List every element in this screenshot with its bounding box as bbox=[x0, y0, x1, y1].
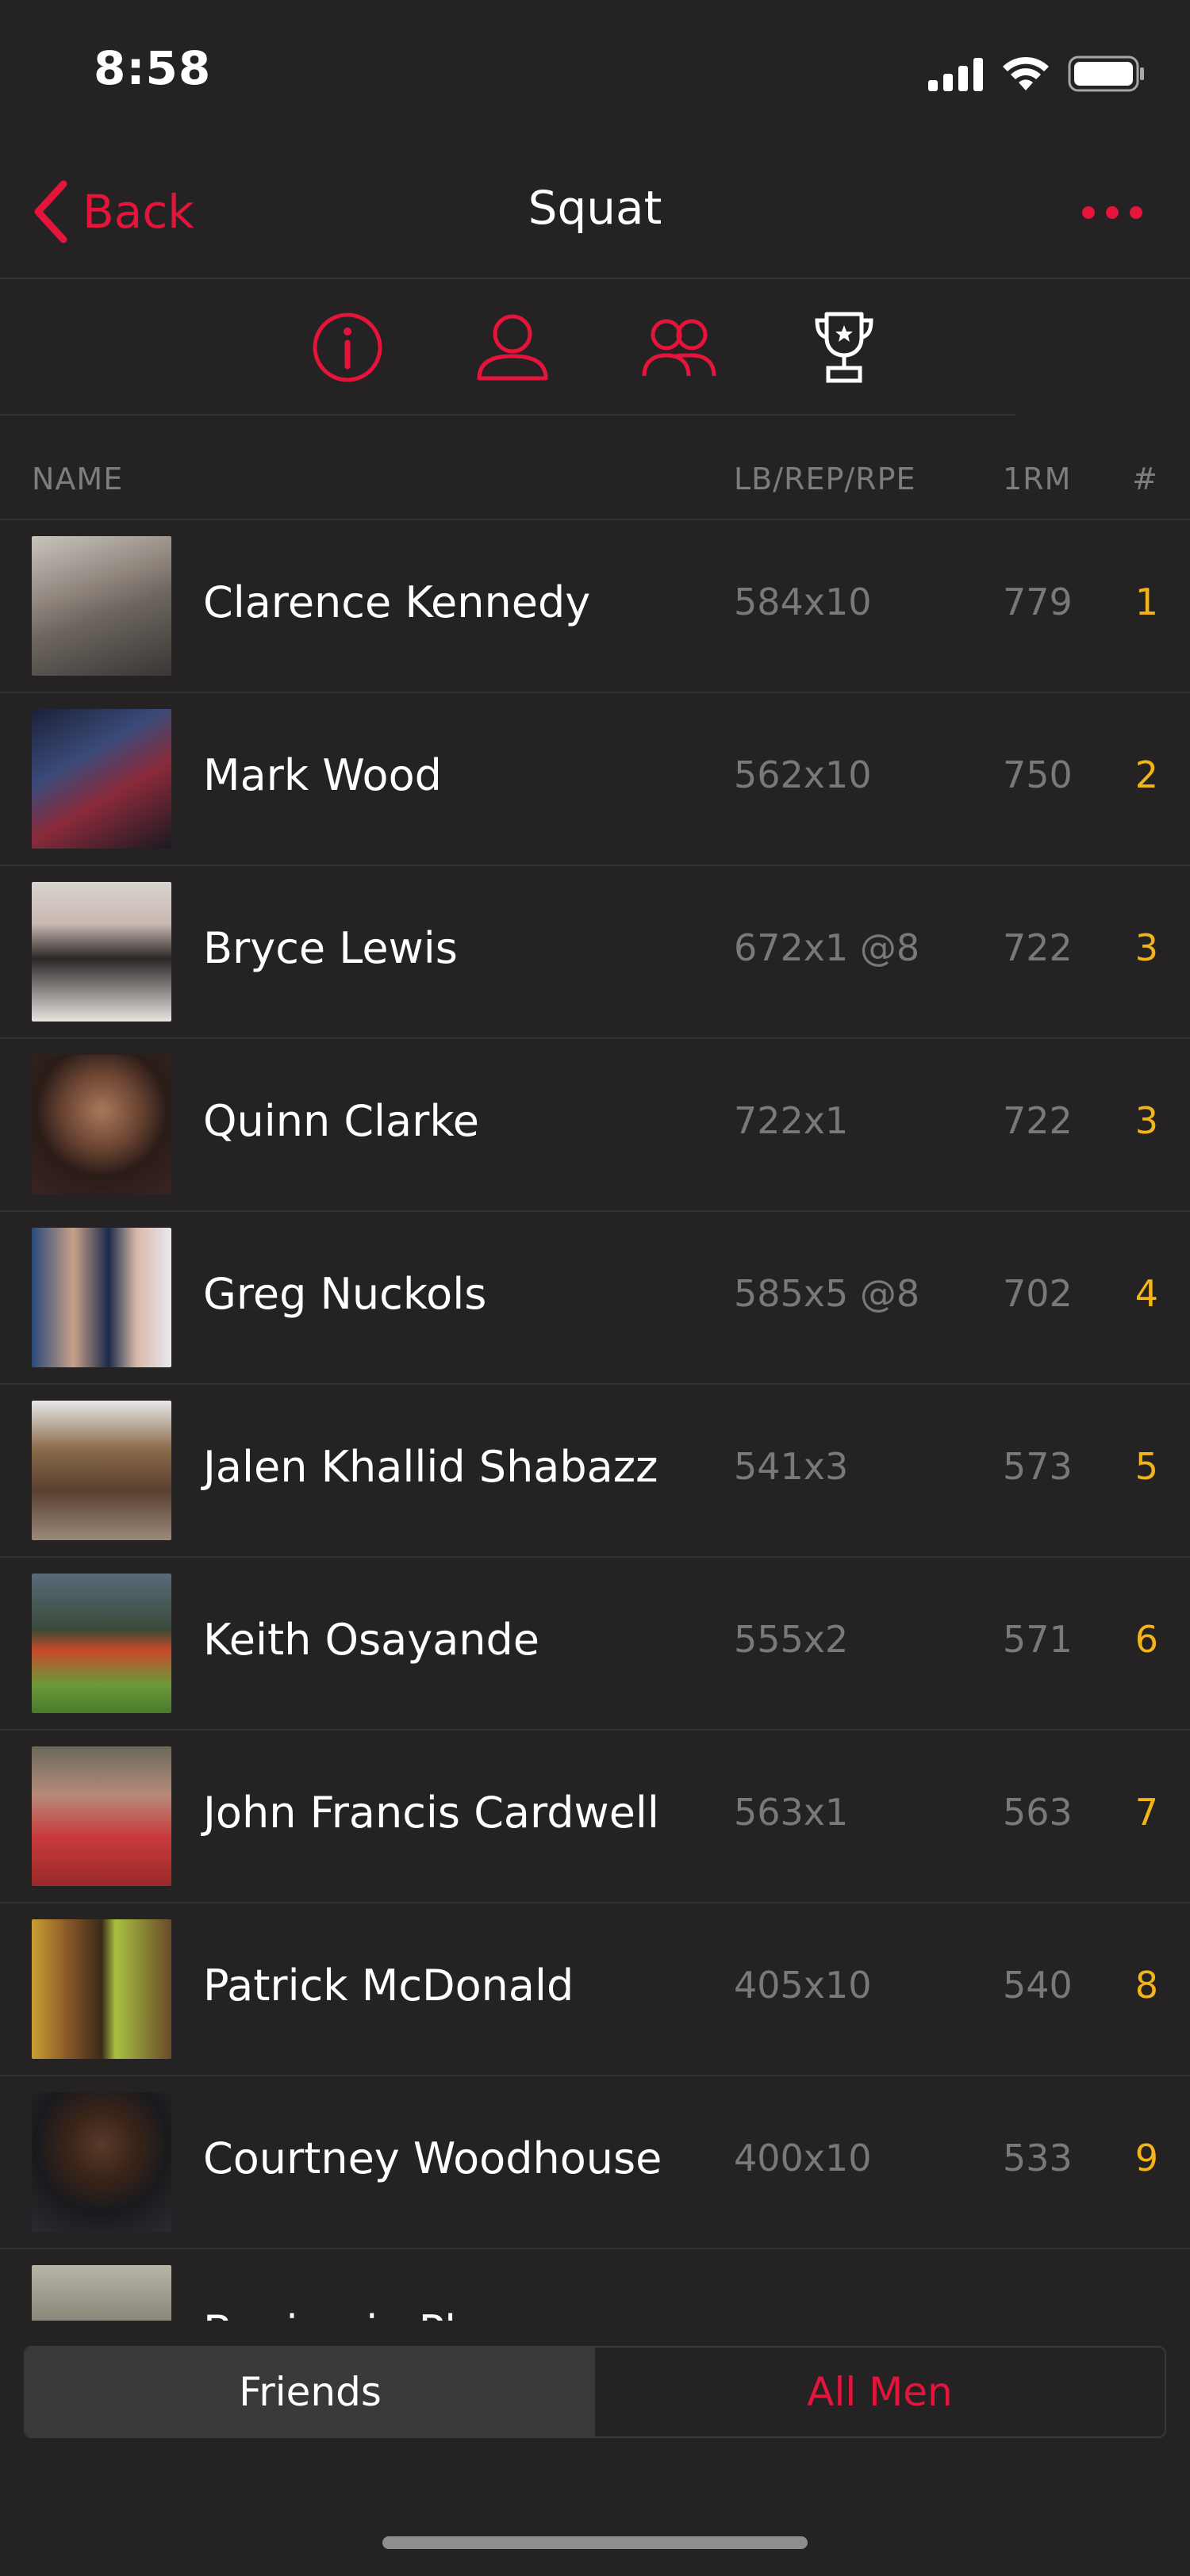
lift-value: 562x10 bbox=[734, 753, 872, 796]
one-rep-max: 722 bbox=[1003, 1099, 1073, 1142]
navigation-bar: Back Squat bbox=[0, 143, 1190, 279]
athlete-name: Benjamin Pl bbox=[203, 2306, 456, 2321]
column-header-name: NAME bbox=[32, 462, 124, 496]
segment-friends[interactable]: Friends bbox=[25, 2348, 595, 2436]
status-bar: 8:58 bbox=[0, 0, 1190, 143]
leaderboard-row[interactable]: Jalen Khallid Shabazz 541x3 573 5 bbox=[0, 1385, 1190, 1558]
more-dot-icon bbox=[1130, 206, 1142, 219]
person-icon bbox=[477, 314, 548, 381]
exercise-tab-bar bbox=[0, 279, 1015, 416]
leaderboard-row[interactable]: Greg Nuckols 585x5 @8 702 4 bbox=[0, 1212, 1190, 1385]
avatar bbox=[32, 709, 171, 849]
rank-number: 6 bbox=[1134, 1618, 1158, 1661]
rank-number: 2 bbox=[1134, 753, 1158, 796]
rank-number: 9 bbox=[1134, 2137, 1158, 2179]
more-dot-icon bbox=[1106, 206, 1119, 219]
avatar bbox=[32, 1401, 171, 1540]
avatar bbox=[32, 1055, 171, 1194]
leaderboard-row[interactable]: Quinn Clarke 722x1 722 3 bbox=[0, 1039, 1190, 1212]
bottom-bar: Friends All Men bbox=[0, 2321, 1190, 2576]
one-rep-max: 540 bbox=[1003, 1964, 1073, 2007]
one-rep-max: 571 bbox=[1003, 1618, 1073, 1661]
tab-info[interactable] bbox=[308, 308, 387, 387]
group-icon bbox=[642, 319, 716, 377]
athlete-name: Courtney Woodhouse bbox=[203, 2133, 662, 2183]
avatar bbox=[32, 882, 171, 1022]
rank-number: 7 bbox=[1134, 1791, 1158, 1834]
more-dot-icon bbox=[1082, 206, 1095, 219]
leaderboard-header: NAME LB/REP/RPE 1RM # bbox=[0, 444, 1190, 520]
leaderboard-list[interactable]: Clarence Kennedy 584x10 779 1 Mark Wood … bbox=[0, 520, 1190, 2321]
page-title: Squat bbox=[528, 181, 662, 235]
avatar bbox=[32, 536, 171, 676]
avatar bbox=[32, 1574, 171, 1713]
athlete-name: Keith Osayande bbox=[203, 1615, 540, 1665]
segment-all-men[interactable]: All Men bbox=[595, 2348, 1165, 2436]
athlete-name: Patrick McDonald bbox=[203, 1961, 574, 2011]
lift-value: 541x3 bbox=[734, 1445, 849, 1488]
one-rep-max: 750 bbox=[1003, 753, 1073, 796]
lift-value: 563x1 bbox=[734, 1791, 849, 1834]
lift-value: 585x5 @8 bbox=[734, 1272, 920, 1315]
avatar bbox=[32, 2265, 171, 2321]
rank-number: 4 bbox=[1134, 1272, 1158, 1315]
leaderboard-row[interactable]: John Francis Cardwell 563x1 563 7 bbox=[0, 1731, 1190, 1903]
rank-number: 5 bbox=[1134, 1445, 1158, 1488]
one-rep-max: 533 bbox=[1003, 2137, 1073, 2179]
leaderboard-row[interactable]: Benjamin Pl bbox=[0, 2249, 1190, 2321]
cellular-signal-icon bbox=[928, 58, 983, 91]
trophy-icon bbox=[815, 312, 873, 383]
athlete-name: Greg Nuckols bbox=[203, 1269, 487, 1319]
athlete-name: Bryce Lewis bbox=[203, 923, 458, 973]
lift-value: 400x10 bbox=[734, 2137, 872, 2179]
rank-number: 1 bbox=[1134, 581, 1158, 623]
athlete-name: Mark Wood bbox=[203, 750, 442, 800]
leaderboard-row[interactable]: Mark Wood 562x10 750 2 bbox=[0, 693, 1190, 866]
rank-number: 8 bbox=[1134, 1964, 1158, 2007]
one-rep-max: 563 bbox=[1003, 1791, 1073, 1834]
avatar bbox=[32, 1746, 171, 1886]
column-header-1rm: 1RM bbox=[1003, 462, 1072, 496]
athlete-name: Clarence Kennedy bbox=[203, 577, 591, 627]
lift-value: 584x10 bbox=[734, 581, 872, 623]
leaderboard-filter: Friends All Men bbox=[24, 2346, 1166, 2438]
info-icon bbox=[313, 312, 382, 382]
status-icons bbox=[928, 52, 1146, 95]
leaderboard-row[interactable]: Patrick McDonald 405x10 540 8 bbox=[0, 1903, 1190, 2076]
column-header-rank: # bbox=[1132, 462, 1158, 496]
leaderboard-row[interactable]: Courtney Woodhouse 400x10 533 9 bbox=[0, 2076, 1190, 2249]
lift-value: 555x2 bbox=[734, 1618, 849, 1661]
tab-personal[interactable] bbox=[473, 308, 552, 387]
avatar bbox=[32, 2092, 171, 2232]
rank-number: 3 bbox=[1134, 926, 1158, 969]
tab-friends[interactable] bbox=[639, 308, 719, 387]
one-rep-max: 573 bbox=[1003, 1445, 1073, 1488]
lift-value: 405x10 bbox=[734, 1964, 872, 2007]
battery-icon bbox=[1068, 56, 1144, 92]
rank-number: 3 bbox=[1134, 1099, 1158, 1142]
one-rep-max: 702 bbox=[1003, 1272, 1073, 1315]
athlete-name: John Francis Cardwell bbox=[203, 1788, 659, 1838]
athlete-name: Quinn Clarke bbox=[203, 1096, 479, 1146]
athlete-name: Jalen Khallid Shabazz bbox=[203, 1442, 658, 1492]
column-header-lift: LB/REP/RPE bbox=[734, 462, 916, 496]
leaderboard-row[interactable]: Keith Osayande 555x2 571 6 bbox=[0, 1558, 1190, 1731]
avatar bbox=[32, 1228, 171, 1367]
status-time: 8:58 bbox=[94, 41, 212, 95]
lift-value: 672x1 @8 bbox=[734, 926, 920, 969]
tab-leaderboard[interactable] bbox=[804, 308, 884, 387]
avatar bbox=[32, 1919, 171, 2059]
leaderboard-row[interactable]: Clarence Kennedy 584x10 779 1 bbox=[0, 520, 1190, 693]
lift-value: 722x1 bbox=[734, 1099, 849, 1142]
one-rep-max: 722 bbox=[1003, 926, 1073, 969]
home-indicator[interactable] bbox=[382, 2536, 808, 2549]
one-rep-max: 779 bbox=[1003, 581, 1073, 623]
more-options-button[interactable] bbox=[1082, 190, 1142, 235]
leaderboard-row[interactable]: Bryce Lewis 672x1 @8 722 3 bbox=[0, 866, 1190, 1039]
wifi-icon bbox=[1003, 56, 1049, 90]
